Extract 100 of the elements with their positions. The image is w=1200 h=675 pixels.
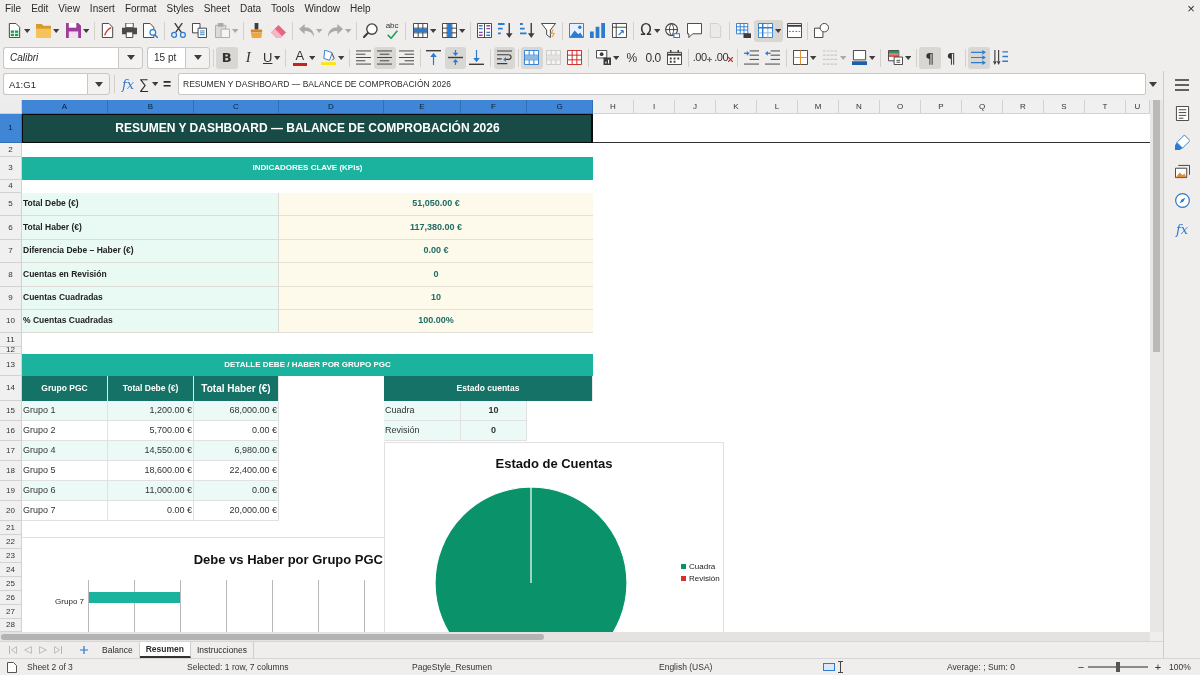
column-header[interactable]: B: [108, 100, 194, 114]
function-wizard-button[interactable]: fx: [119, 73, 137, 95]
horizontal-scrollbar[interactable]: [0, 632, 1150, 641]
highlighter-icon: [321, 50, 337, 65]
name-box[interactable]: A1:G1: [3, 73, 87, 95]
italic-button[interactable]: I: [237, 46, 259, 69]
row-header[interactable]: 7: [0, 240, 22, 263]
percent-format-button[interactable]: %: [620, 46, 643, 69]
column-header[interactable]: M: [798, 100, 839, 114]
special-character-button[interactable]: Ω: [636, 19, 662, 42]
row-header[interactable]: 15: [0, 401, 22, 421]
column-header[interactable]: H: [593, 100, 634, 114]
column-header[interactable]: L: [757, 100, 798, 114]
row-header[interactable]: 18: [0, 461, 22, 481]
row-header[interactable]: 14: [0, 376, 22, 401]
row-header[interactable]: 25: [0, 577, 22, 591]
font-size-field[interactable]: 15 pt: [147, 46, 185, 69]
row-header[interactable]: 11: [0, 333, 22, 347]
row-header[interactable]: 28: [0, 619, 22, 632]
menu-item[interactable]: Insert: [84, 0, 120, 17]
menu-item[interactable]: Sheet: [198, 0, 235, 17]
row-header[interactable]: 5: [0, 193, 22, 216]
font-size-dropdown-button[interactable]: [185, 46, 210, 69]
sheet-tab[interactable]: Balance: [96, 642, 140, 658]
row-header[interactable]: 13: [0, 354, 22, 376]
formula-button[interactable]: =: [159, 73, 175, 95]
menu-item[interactable]: View: [53, 0, 85, 17]
row-header[interactable]: 23: [0, 549, 22, 563]
underline-button[interactable]: U: [259, 46, 283, 69]
wrap-text-button[interactable]: [493, 46, 516, 69]
scrollbar-thumb[interactable]: [1, 633, 544, 640]
column-header[interactable]: I: [634, 100, 675, 114]
zoom-out-button[interactable]: −: [1076, 660, 1086, 674]
menu-item[interactable]: Help: [345, 0, 376, 17]
row-header[interactable]: 19: [0, 481, 22, 501]
sum-button[interactable]: ∑: [137, 73, 151, 95]
column-header[interactable]: U: [1126, 100, 1150, 114]
number-format-button[interactable]: 0.0: [642, 46, 664, 69]
sheet-tab[interactable]: Instrucciones: [191, 642, 255, 658]
font-color-button[interactable]: A: [288, 46, 318, 69]
align-center-button[interactable]: [374, 46, 396, 69]
row-header[interactable]: 17: [0, 441, 22, 461]
right-to-left-paragraph-button[interactable]: ¶: [940, 46, 962, 69]
column-header[interactable]: O: [880, 100, 921, 114]
row-header[interactable]: 16: [0, 421, 22, 441]
sheet-tab[interactable]: Resumen: [139, 642, 191, 658]
row-header[interactable]: 26: [0, 591, 22, 605]
zoom-in-button[interactable]: +: [1153, 660, 1163, 674]
add-decimal-button[interactable]: .00: [691, 46, 713, 69]
row-header[interactable]: 9: [0, 287, 22, 310]
column-header[interactable]: C: [194, 100, 279, 114]
left-to-right-paragraph-button[interactable]: ¶: [919, 46, 941, 69]
row-header[interactable]: 20: [0, 501, 22, 521]
column-header[interactable]: T: [1085, 100, 1126, 114]
vertical-scrollbar[interactable]: [1150, 100, 1163, 632]
column-header[interactable]: F: [461, 100, 527, 114]
column-header[interactable]: P: [921, 100, 962, 114]
row-header[interactable]: 3: [0, 157, 22, 180]
row-header[interactable]: 1: [0, 114, 22, 143]
row-header[interactable]: 21: [0, 521, 22, 535]
column-header[interactable]: E: [384, 100, 461, 114]
text-left-to-right-button[interactable]: [968, 46, 990, 69]
row-header[interactable]: 2: [0, 143, 22, 157]
menu-item[interactable]: Tools: [266, 0, 300, 17]
spelling-button[interactable]: abc: [381, 19, 403, 42]
column-header[interactable]: N: [839, 100, 880, 114]
column-header[interactable]: Q: [962, 100, 1003, 114]
font-name-dropdown-button[interactable]: [118, 46, 143, 69]
bold-button[interactable]: B: [216, 46, 238, 69]
menu-item[interactable]: File: [0, 0, 27, 17]
close-button[interactable]: ×: [1183, 0, 1199, 17]
row-header[interactable]: 22: [0, 535, 22, 549]
menu-item[interactable]: Format: [119, 0, 162, 17]
column-header[interactable]: J: [675, 100, 716, 114]
menu-item[interactable]: Edit: [26, 0, 54, 17]
menu-item[interactable]: Styles: [161, 0, 199, 17]
delete-decimal-button[interactable]: .00: [712, 46, 735, 69]
column-header[interactable]: D: [279, 100, 384, 114]
row-header[interactable]: 4: [0, 180, 22, 193]
row-header[interactable]: 10: [0, 310, 22, 333]
column-header[interactable]: S: [1044, 100, 1085, 114]
functions-tab[interactable]: fx: [1171, 217, 1193, 241]
slider-thumb[interactable]: [1116, 662, 1120, 672]
row-header[interactable]: 8: [0, 263, 22, 287]
column-header[interactable]: G: [527, 100, 593, 114]
menu-item[interactable]: Data: [234, 0, 267, 17]
merge-and-center-button[interactable]: [521, 46, 543, 69]
row-header[interactable]: 27: [0, 605, 22, 619]
column-header[interactable]: A: [22, 100, 108, 114]
align-center-vertically-button[interactable]: [444, 46, 467, 69]
freeze-rows-columns-button[interactable]: [754, 19, 784, 42]
name-box-dropdown-button[interactable]: [87, 73, 110, 95]
column-header[interactable]: K: [716, 100, 757, 114]
formula-input[interactable]: RESUMEN Y DASHBOARD — BALANCE DE COMPROBACIÓN 2026: [178, 73, 1146, 95]
menu-item[interactable]: Window: [299, 0, 345, 17]
scrollbar-thumb[interactable]: [1153, 100, 1160, 352]
font-name-field[interactable]: Calibri: [3, 46, 118, 69]
row-header[interactable]: 6: [0, 216, 22, 240]
row-header[interactable]: 24: [0, 563, 22, 577]
column-header[interactable]: R: [1003, 100, 1044, 114]
